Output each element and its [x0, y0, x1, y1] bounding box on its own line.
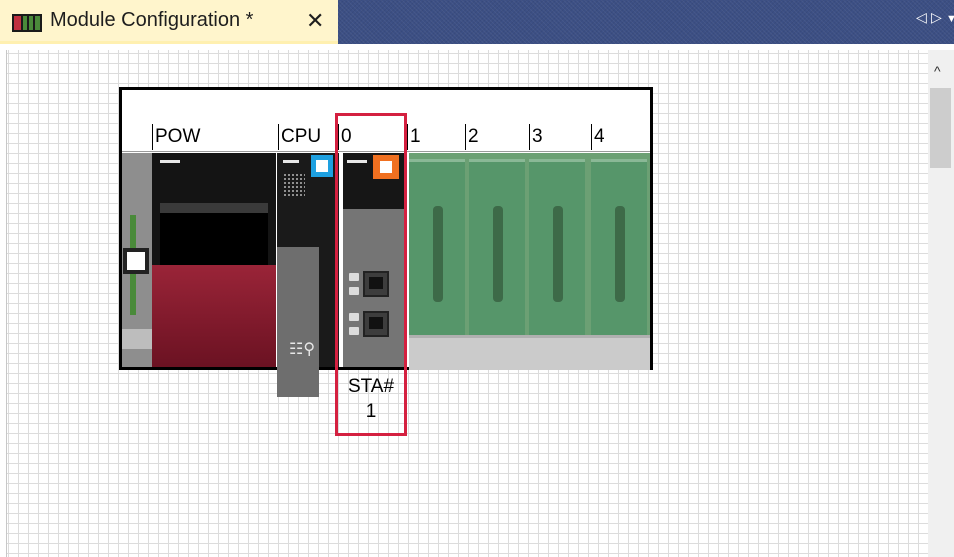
tab-title: Module Configuration *: [50, 9, 254, 31]
station-label: STA# 1: [338, 374, 404, 424]
empty-slot-4[interactable]: [591, 159, 647, 336]
empty-slot-2[interactable]: [469, 159, 525, 336]
slot-label-pow: POW: [152, 124, 200, 150]
station-label-line1: STA#: [347, 376, 395, 397]
tab-module-configuration[interactable]: Module Configuration * ✕: [0, 0, 338, 44]
empty-slot-1[interactable]: [409, 159, 465, 336]
base-rail: [409, 335, 650, 370]
slot-label-2: 2: [465, 124, 479, 150]
cpu-vent-grid: [283, 173, 305, 197]
station-label-line2: 1: [365, 401, 377, 422]
power-supply-module[interactable]: [152, 153, 276, 367]
vertical-scrollbar[interactable]: ^: [928, 50, 954, 557]
connector-icon[interactable]: [123, 248, 149, 274]
slot-handle: [553, 206, 563, 302]
scroll-up-icon[interactable]: ^: [934, 63, 941, 79]
scroll-right-icon[interactable]: ▷: [931, 9, 942, 26]
power-cover: [152, 265, 276, 367]
slot-handle: [493, 206, 503, 302]
cpu-body: [277, 247, 319, 397]
tab-bar: Module Configuration * ✕ ◁ ▷ ▼: [0, 0, 954, 44]
module-config-icon: [12, 14, 42, 32]
end-plate-rail: [122, 329, 152, 349]
power-led: [160, 160, 180, 163]
tab-menu-icon[interactable]: ▼: [946, 13, 954, 25]
slot-handle: [433, 206, 443, 302]
slot-label-1: 1: [407, 124, 421, 150]
scroll-left-icon[interactable]: ◁: [916, 9, 927, 26]
close-icon[interactable]: ✕: [306, 8, 324, 34]
cpu-module[interactable]: ☷⚲: [277, 153, 339, 397]
cpu-port-icons: ☷⚲: [289, 341, 316, 358]
empty-slot-3[interactable]: [529, 159, 585, 336]
cpu-led: [283, 160, 299, 163]
slot-label-cpu: CPU: [278, 124, 321, 150]
slot-label-3: 3: [529, 124, 543, 150]
slot-label-4: 4: [591, 124, 605, 150]
slot-handle: [615, 206, 625, 302]
cpu-status-icon: [311, 155, 333, 177]
empty-slots-area: [409, 153, 650, 370]
power-panel: [160, 203, 268, 273]
scroll-thumb[interactable]: [930, 88, 951, 168]
